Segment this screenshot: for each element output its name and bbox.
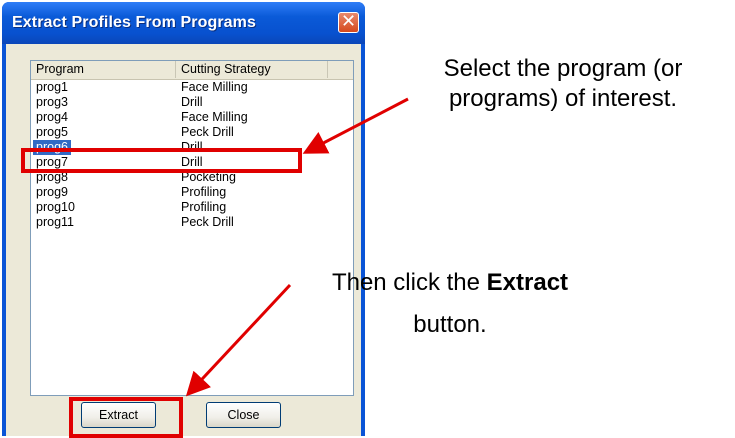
extract-annotation-bold: Extract <box>486 269 569 296</box>
extract-annotation-line1: Then click the Extract <box>270 268 630 298</box>
select-annotation-line1: Select the program (or <box>443 55 683 82</box>
extract-annotation: Then click the Extract button. <box>270 268 630 340</box>
extract-annotation-line2: button. <box>413 311 487 338</box>
select-annotation-line2: programs) of interest. <box>448 85 678 112</box>
select-annotation: Select the program (or programs) of inte… <box>392 54 734 114</box>
extract-annotation-prefix: Then click the <box>331 269 487 296</box>
